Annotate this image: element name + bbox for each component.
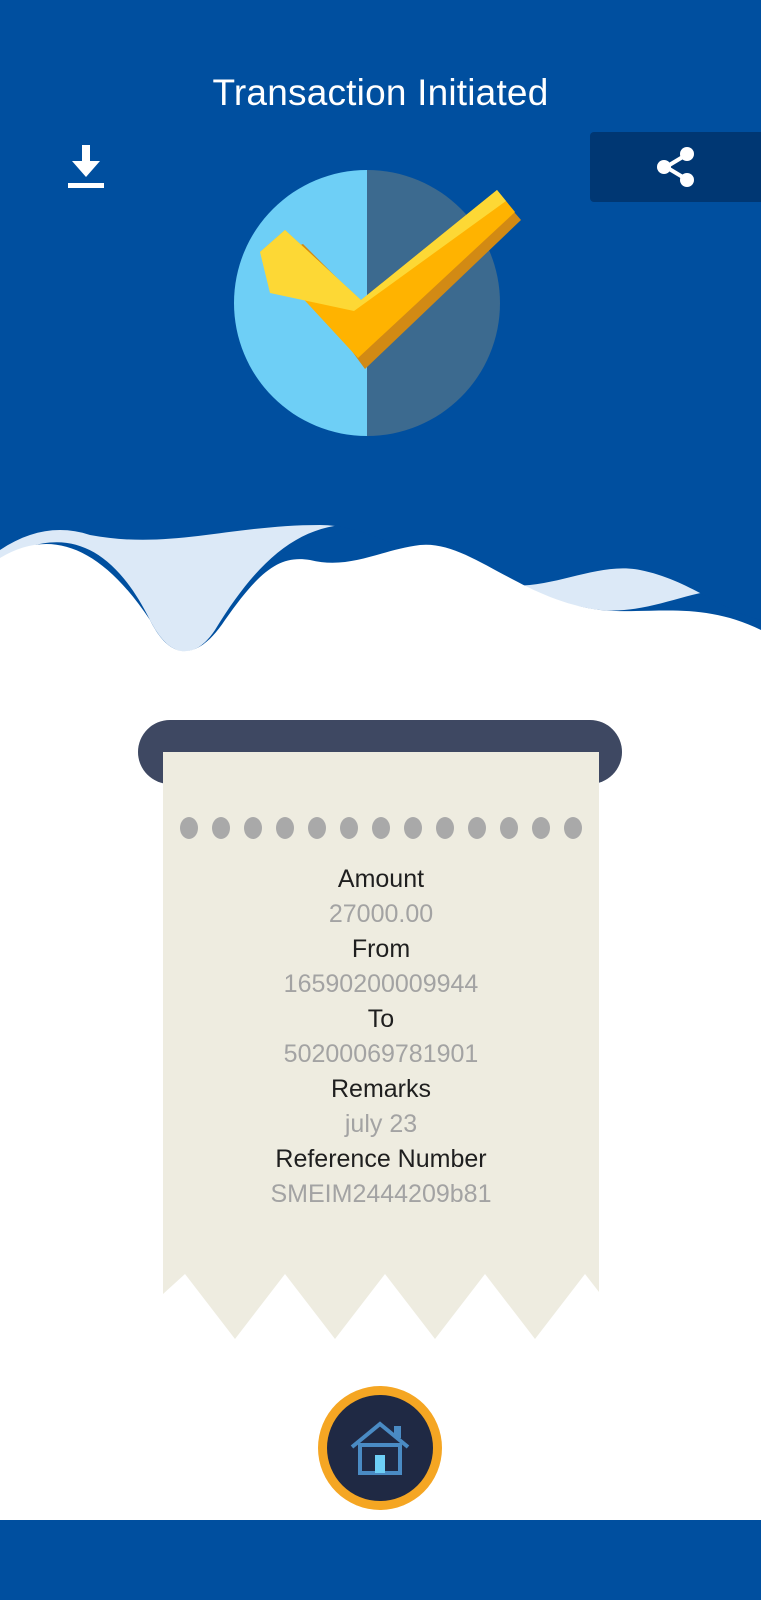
home-button-inner	[327, 1395, 433, 1501]
remarks-value: july 23	[344, 1110, 418, 1138]
wave-divider	[0, 520, 761, 700]
home-button[interactable]	[318, 1386, 442, 1510]
to-value: 50200069781901	[283, 1040, 479, 1068]
download-icon	[68, 145, 104, 188]
home-icon	[350, 1421, 410, 1475]
amount-value: 27000.00	[328, 900, 434, 928]
from-label: From	[351, 935, 411, 963]
amount-label: Amount	[337, 865, 425, 893]
share-button[interactable]	[590, 132, 761, 202]
download-button[interactable]	[60, 138, 112, 194]
remarks-label: Remarks	[330, 1075, 431, 1103]
reference-number-value: SMEIM2444209b81	[270, 1180, 492, 1208]
receipt-details: Amount 27000.00 From 16590200009944 To 5…	[163, 862, 599, 1212]
from-value: 16590200009944	[283, 970, 479, 998]
share-icon	[656, 147, 694, 187]
footer-bar	[0, 1520, 761, 1600]
reference-number-label: Reference Number	[275, 1145, 487, 1173]
to-label: To	[367, 1005, 395, 1033]
page-title: Transaction Initiated	[212, 72, 549, 113]
success-checkmark-icon	[234, 170, 521, 436]
